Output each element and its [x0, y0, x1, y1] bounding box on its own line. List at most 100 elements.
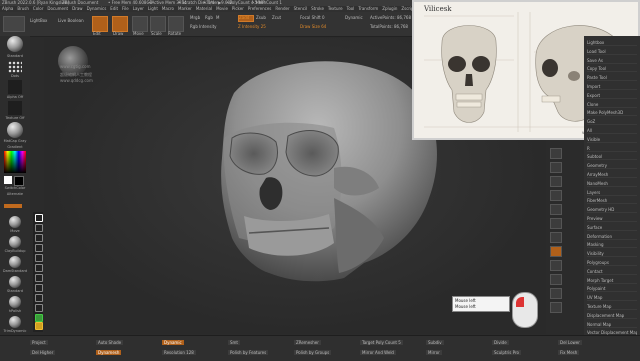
bottom-shelf-item[interactable]: Mirror — [426, 350, 442, 355]
rotate-view-icon[interactable] — [550, 302, 562, 313]
right-panel-item[interactable]: Load Tool — [587, 49, 637, 55]
yellow-strip-icon[interactable] — [35, 322, 43, 330]
right-panel-item[interactable]: Texture Map — [587, 304, 637, 310]
menu-picker[interactable]: Picker — [232, 6, 244, 11]
scale-button[interactable] — [150, 16, 166, 32]
right-panel-item[interactable]: Lightbox — [587, 40, 637, 46]
zcut-toggle[interactable]: Zcut — [272, 15, 281, 20]
right-panel-item[interactable]: GoZ — [587, 119, 637, 126]
scroll-icon[interactable] — [550, 176, 562, 187]
right-panel-item[interactable]: Geometry — [587, 163, 637, 170]
bottom-shelf-item[interactable]: Del Higher — [30, 350, 56, 355]
lasso-icon[interactable] — [35, 234, 43, 242]
menu-dynamics[interactable]: Dynamics — [87, 6, 107, 11]
right-panel-item[interactable]: Export — [587, 93, 637, 99]
bottom-shelf-item[interactable]: Mirror And Weld — [360, 350, 396, 355]
menu-marker[interactable]: Marker — [178, 6, 192, 11]
menu-brush[interactable]: Brush — [17, 6, 29, 11]
lightbox-button[interactable]: LightBox — [30, 18, 47, 23]
rgb-toggle[interactable]: Rgb — [205, 15, 213, 20]
menu-texture[interactable]: Texture — [328, 6, 343, 11]
right-panel-item[interactable]: Contact — [587, 269, 637, 275]
transpose-icon[interactable] — [35, 304, 43, 312]
rotate-button[interactable] — [168, 16, 184, 32]
edit-button[interactable] — [92, 16, 108, 32]
right-panel-item[interactable]: R — [587, 146, 637, 152]
menu-render[interactable]: Render — [275, 6, 289, 11]
star-icon[interactable] — [35, 264, 43, 272]
menu-color[interactable]: Color — [33, 6, 43, 11]
texture-thumbnail[interactable] — [8, 101, 22, 115]
bottom-shelf-item[interactable]: Resolution 128 — [162, 350, 196, 355]
bottom-shelf-item[interactable]: Del Lower — [558, 340, 582, 345]
right-panel-item[interactable]: Geometry HD — [587, 207, 637, 214]
menu-file[interactable]: File — [122, 6, 129, 11]
menu-macro[interactable]: Macro — [162, 6, 174, 11]
material-thumbnail[interactable] — [7, 122, 23, 138]
brush-trimdynamic-icon[interactable] — [9, 316, 21, 328]
projection-master-button[interactable] — [3, 16, 25, 32]
right-panel-item[interactable]: Masking — [587, 242, 637, 249]
right-panel-item[interactable]: Import — [587, 84, 637, 90]
curve-icon[interactable] — [35, 294, 43, 302]
menu-stroke[interactable]: Stroke — [311, 6, 324, 11]
draw-size-slider[interactable]: Draw Size 64 — [300, 24, 326, 29]
draw-button[interactable] — [112, 16, 128, 32]
menu-movie[interactable]: Movie — [216, 6, 228, 11]
dynamic-toggle[interactable]: Dynamic — [345, 15, 363, 20]
menu-light[interactable]: Light — [148, 6, 158, 11]
alpha-thumbnail[interactable] — [8, 80, 22, 94]
spix-icon[interactable] — [550, 162, 562, 173]
right-panel-item[interactable]: All — [587, 128, 637, 134]
bottom-shelf-item[interactable]: Smt — [228, 340, 241, 345]
select-icon[interactable] — [35, 224, 43, 232]
menu-material[interactable]: Material — [196, 6, 212, 11]
mrgb-toggle[interactable]: Mrgb — [190, 15, 200, 20]
brush-thumbnail[interactable] — [7, 36, 23, 52]
accent-slider[interactable] — [4, 204, 22, 208]
right-panel-item[interactable]: Visibility — [587, 251, 637, 258]
zsub-toggle[interactable]: Zsub — [256, 15, 266, 20]
right-panel-item[interactable]: FiberMesh — [587, 198, 637, 205]
secondary-color-swatch[interactable] — [14, 176, 24, 186]
bpr-icon[interactable] — [550, 148, 562, 159]
color-picker[interactable] — [4, 151, 26, 173]
primary-color-swatch[interactable] — [4, 176, 12, 184]
right-panel-item[interactable]: Copy Tool — [587, 66, 637, 73]
bottom-shelf-item[interactable]: Dynamic — [162, 340, 184, 345]
circle-icon[interactable] — [35, 274, 43, 282]
right-panel-item[interactable]: Layers — [587, 190, 637, 196]
bottom-shelf-item[interactable]: Project — [30, 340, 48, 345]
stroke-thumbnail[interactable] — [8, 61, 22, 73]
right-panel-item[interactable]: Morph Target — [587, 278, 637, 284]
bottom-shelf-item[interactable]: Divide — [492, 340, 509, 345]
brush-damstandard-icon[interactable] — [9, 256, 21, 268]
bottom-shelf-item[interactable]: Subdiv — [426, 340, 444, 345]
right-panel-item[interactable]: Deformation — [587, 234, 637, 240]
right-panel-item[interactable]: Polypaint — [587, 286, 637, 293]
alternate-label[interactable]: Alternate — [2, 192, 28, 196]
mask-icon[interactable] — [35, 284, 43, 292]
z-intensity-slider[interactable]: Z Intensity 25 — [238, 24, 266, 29]
menu-stencil[interactable]: Stencil — [294, 6, 308, 11]
m-toggle[interactable]: M — [216, 15, 219, 20]
menu-edit[interactable]: Edit — [110, 6, 118, 11]
pointer-icon[interactable] — [35, 214, 43, 222]
right-panel-item[interactable]: Subtool — [587, 154, 637, 161]
focal-shift-slider[interactable]: Focal Shift 0 — [300, 15, 325, 20]
right-panel-item[interactable]: UV Map — [587, 295, 637, 302]
menu-preferences[interactable]: Preferences — [248, 6, 272, 11]
right-panel-item[interactable]: Clone — [587, 102, 637, 108]
right-panel-item[interactable]: ArrayMesh — [587, 172, 637, 178]
zoom-icon[interactable] — [550, 190, 562, 201]
right-panel-item[interactable]: Make PolyMesh3D — [587, 110, 637, 117]
scale-view-icon[interactable] — [550, 288, 562, 299]
bottom-shelf-item[interactable]: Sculptris Pro — [492, 350, 521, 355]
brush-claybuildup-icon[interactable] — [9, 236, 21, 248]
persp-icon[interactable] — [550, 232, 562, 243]
brush-icon[interactable] — [35, 254, 43, 262]
bottom-shelf-item[interactable]: Auto Shade — [96, 340, 124, 345]
bottom-shelf-item[interactable]: ZRemesher — [294, 340, 321, 345]
right-panel-item[interactable]: Displacement Map — [587, 313, 637, 319]
menu-layer[interactable]: Layer — [133, 6, 144, 11]
